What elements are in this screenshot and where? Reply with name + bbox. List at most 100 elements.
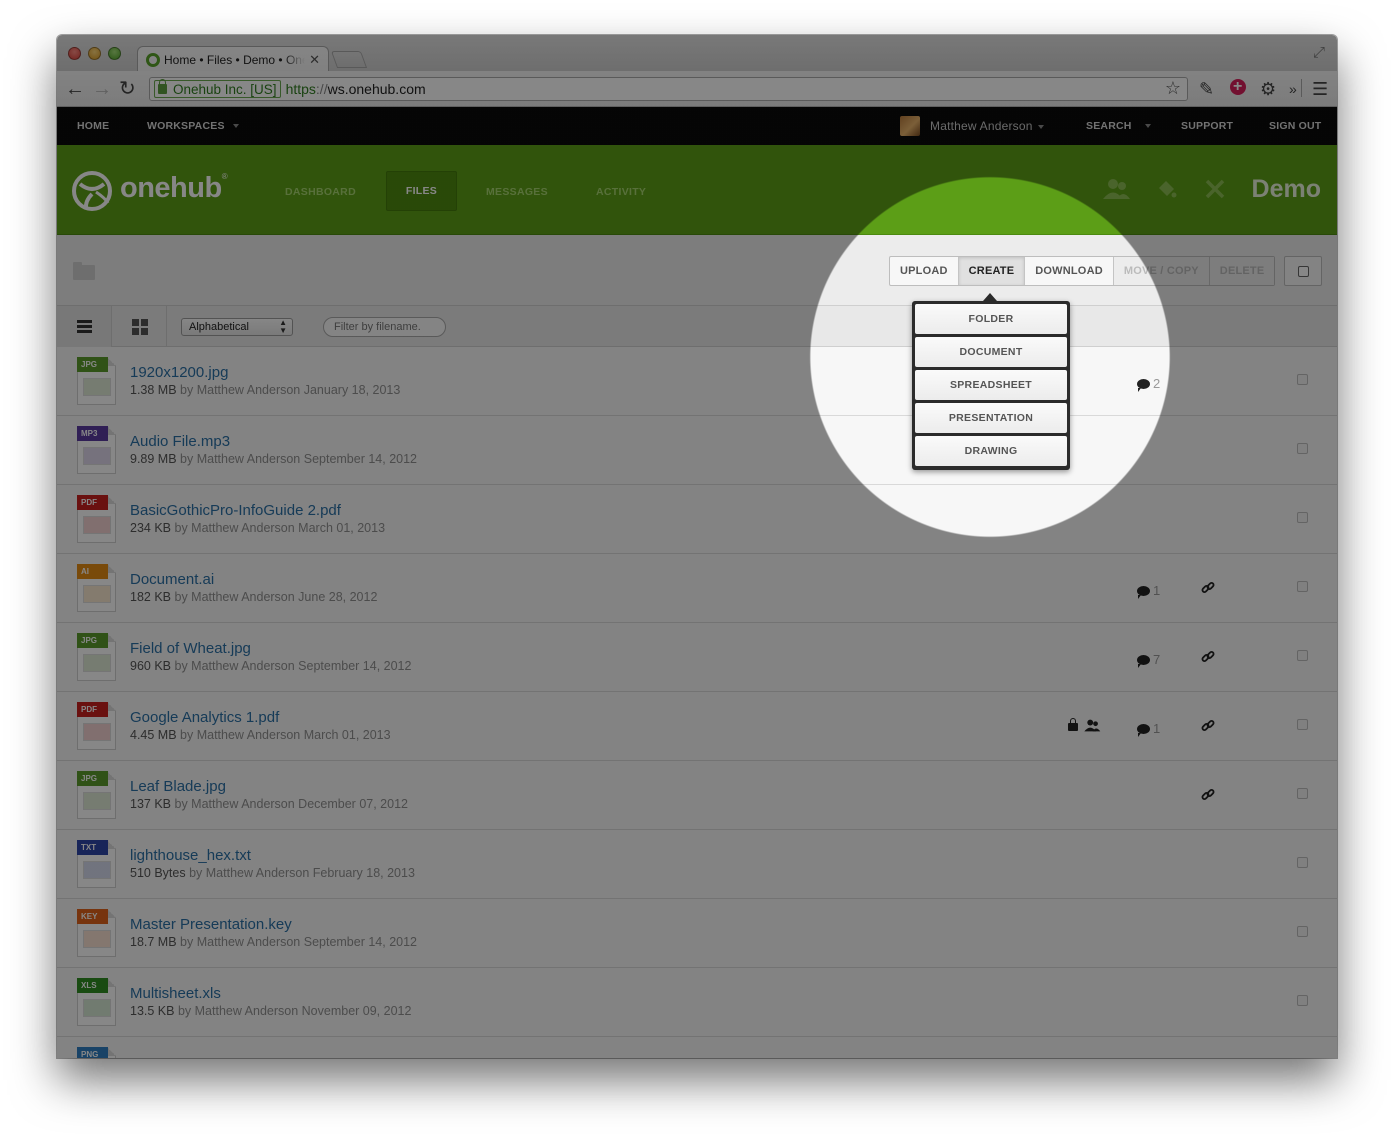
nav-search-link[interactable]: SEARCH (1086, 120, 1151, 132)
create-menu-item-document[interactable]: DOCUMENT (915, 337, 1067, 367)
menu-icon[interactable]: ☰ (1312, 77, 1328, 101)
file-name-link[interactable]: Field of Wheat.jpg (130, 640, 251, 657)
extensions-overflow-icon[interactable]: » (1289, 77, 1297, 101)
tools-icon[interactable] (1204, 178, 1226, 200)
folder-icon[interactable] (73, 262, 95, 280)
row-checkbox[interactable] (1297, 995, 1308, 1006)
onehub-logo[interactable]: onehub® (120, 172, 228, 205)
select-all-button[interactable] (1284, 256, 1322, 286)
fullscreen-icon[interactable]: ⤢ (1313, 44, 1325, 61)
file-name-link[interactable]: BasicGothicPro-InfoGuide 2.pdf (130, 502, 341, 519)
grid-view-button[interactable] (112, 306, 167, 347)
table-row[interactable]: PDF Google Analytics 1.pdf 4.45 MB by Matt… (57, 692, 1337, 761)
comment-count[interactable]: 1 (1137, 583, 1160, 599)
close-window-button[interactable] (68, 47, 81, 60)
user-menu[interactable]: Matthew Anderson (930, 119, 1044, 133)
comment-count[interactable]: 1 (1137, 721, 1160, 737)
paint-bucket-icon[interactable] (1155, 178, 1177, 200)
file-type-icon[interactable]: PNG (77, 1047, 116, 1058)
file-type-icon[interactable]: PDF (77, 702, 116, 750)
workspace-name[interactable]: Demo (1252, 175, 1321, 204)
table-row[interactable]: MP3 Audio File.mp3 9.89 MB by Matthew Ande… (57, 416, 1337, 485)
tab-close-icon[interactable]: ✕ (309, 52, 320, 68)
nav-home-link[interactable]: HOME (77, 120, 109, 132)
file-name-link[interactable]: Leaf Blade.jpg (130, 778, 226, 795)
file-type-icon[interactable]: JPG (77, 771, 116, 819)
members-icon[interactable] (1101, 178, 1131, 200)
filter-input[interactable] (323, 317, 446, 337)
reload-icon[interactable]: ↻ (119, 77, 136, 101)
file-name-link[interactable]: Google Analytics 1.pdf (130, 709, 279, 726)
download-button[interactable]: DOWNLOAD (1025, 257, 1114, 285)
minimize-window-button[interactable] (88, 47, 101, 60)
tab-dashboard[interactable]: DASHBOARD (285, 186, 356, 198)
file-name-link[interactable]: Multisheet.xls (130, 985, 221, 1002)
share-link-icon[interactable] (1201, 719, 1215, 733)
file-type-icon[interactable]: JPG (77, 357, 116, 405)
share-link-icon[interactable] (1201, 581, 1215, 595)
nav-support-link[interactable]: SUPPORT (1181, 120, 1233, 132)
table-row[interactable]: XLS Multisheet.xls 13.5 KB by Matthew Ande… (57, 968, 1337, 1037)
file-type-icon[interactable]: JPG (77, 633, 116, 681)
gear-icon[interactable]: ⚙ (1260, 77, 1276, 101)
table-row[interactable]: JPG 1920x1200.jpg 1.38 MB by Matthew Ander… (57, 347, 1337, 416)
nav-sign-out-link[interactable]: SIGN OUT (1269, 120, 1321, 132)
file-type-icon[interactable]: MP3 (77, 426, 116, 474)
select-all-checkbox[interactable] (1298, 266, 1309, 277)
file-type-icon[interactable]: TXT (77, 840, 116, 888)
onehub-logo-icon[interactable] (71, 170, 113, 212)
move-copy-button[interactable]: MOVE / COPY (1113, 257, 1210, 285)
row-checkbox[interactable] (1297, 374, 1308, 385)
table-row[interactable]: TXT lighthouse_hex.txt 510 Bytes by Matthe… (57, 830, 1337, 899)
row-checkbox[interactable] (1297, 788, 1308, 799)
file-type-icon[interactable]: AI (77, 564, 116, 612)
zoom-window-button[interactable] (108, 47, 121, 60)
ev-certificate-badge[interactable]: Onehub Inc. [US] (154, 79, 281, 98)
comment-count[interactable]: 2 (1137, 376, 1160, 392)
file-name-link[interactable]: 1920x1200.jpg (130, 364, 228, 381)
avatar[interactable] (900, 116, 920, 136)
address-bar[interactable]: Onehub Inc. [US] https://ws.onehub.com ☆ (149, 77, 1188, 101)
file-type-icon[interactable]: KEY (77, 909, 116, 957)
row-checkbox[interactable] (1297, 581, 1308, 592)
table-row[interactable]: JPG Field of Wheat.jpg 960 KB by Matthew A… (57, 623, 1337, 692)
sort-select[interactable]: Alphabetical ▲ ▼ (181, 318, 293, 336)
new-tab-button[interactable] (330, 51, 368, 68)
share-link-icon[interactable] (1201, 650, 1215, 664)
comment-count[interactable]: 7 (1137, 652, 1160, 668)
create-menu-item-drawing[interactable]: DRAWING (915, 436, 1067, 466)
forward-arrow-icon[interactable]: → (92, 77, 112, 101)
tab-activity[interactable]: ACTIVITY (596, 186, 646, 198)
tab-files[interactable]: FILES (386, 171, 457, 211)
create-menu-item-presentation[interactable]: PRESENTATION (915, 403, 1067, 433)
row-checkbox[interactable] (1297, 443, 1308, 454)
row-checkbox[interactable] (1297, 512, 1308, 523)
file-type-icon[interactable]: PDF (77, 495, 116, 543)
row-checkbox[interactable] (1297, 650, 1308, 661)
create-button[interactable]: CREATE (958, 257, 1026, 285)
table-row[interactable]: PNG (57, 1037, 1337, 1058)
file-type-icon[interactable]: XLS (77, 978, 116, 1026)
create-menu-item-folder[interactable]: FOLDER (915, 304, 1067, 334)
delete-button[interactable]: DELETE (1209, 257, 1275, 285)
row-checkbox[interactable] (1297, 926, 1308, 937)
create-menu-item-spreadsheet[interactable]: SPREADSHEET (915, 370, 1067, 400)
file-name-link[interactable]: Document.ai (130, 571, 214, 588)
table-row[interactable]: JPG Leaf Blade.jpg 137 KB by Matthew Ander… (57, 761, 1337, 830)
table-row[interactable]: PDF BasicGothicPro-InfoGuide 2.pdf 234 KB … (57, 485, 1337, 554)
row-checkbox[interactable] (1297, 719, 1308, 730)
nav-workspaces-link[interactable]: WORKSPACES (147, 120, 239, 132)
upload-button[interactable]: UPLOAD (890, 257, 959, 285)
table-row[interactable]: AI Document.ai 182 KB by Matthew Anderson … (57, 554, 1337, 623)
tab-messages[interactable]: MESSAGES (486, 186, 548, 198)
bookmark-star-icon[interactable]: ☆ (1165, 78, 1181, 99)
back-arrow-icon[interactable]: ← (65, 77, 85, 101)
browser-tab[interactable]: Home • Files • Demo • Onehub ✕ (137, 46, 329, 72)
list-view-button[interactable] (57, 306, 112, 347)
file-name-link[interactable]: Audio File.mp3 (130, 433, 230, 450)
file-name-link[interactable]: Master Presentation.key (130, 916, 292, 933)
share-link-icon[interactable] (1201, 788, 1215, 802)
wrench-icon[interactable]: ✎ (1199, 77, 1214, 101)
row-checkbox[interactable] (1297, 857, 1308, 868)
table-row[interactable]: KEY Master Presentation.key 18.7 MB by Mat… (57, 899, 1337, 968)
